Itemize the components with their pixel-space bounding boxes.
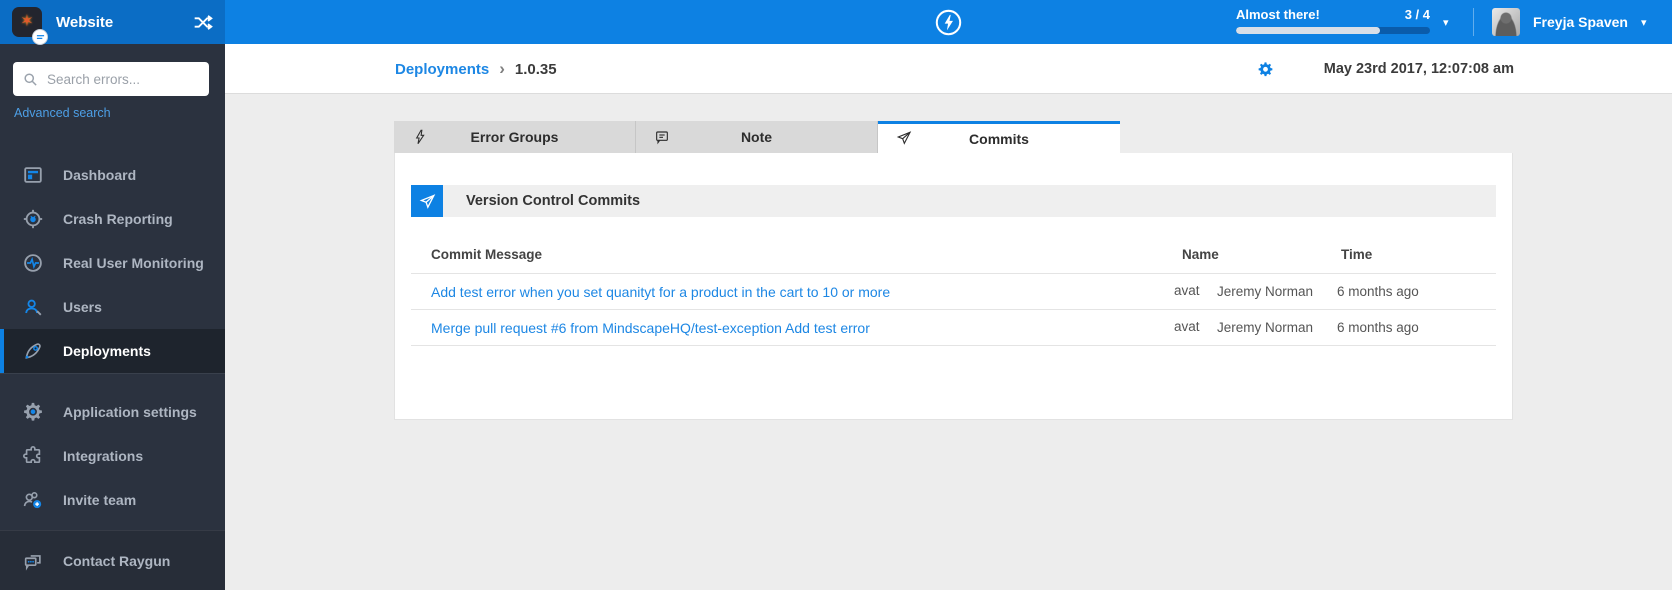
broken-avatar-alt-text: avatar <box>1174 318 1200 334</box>
tab-note[interactable]: Note <box>636 121 878 153</box>
gear-icon <box>22 401 44 423</box>
real-user-monitoring-icon <box>22 252 44 274</box>
rocket-icon <box>22 340 44 362</box>
tab-error-groups[interactable]: Error Groups <box>394 121 636 153</box>
time-settings-gear-icon[interactable] <box>1257 61 1274 78</box>
sidebar-item-dashboard[interactable]: Dashboard <box>0 153 225 197</box>
commit-time: 6 months ago <box>1337 320 1419 335</box>
app-name: Website <box>56 13 114 31</box>
user-avatar <box>1492 8 1520 36</box>
onboarding-progress[interactable]: Almost there! 3 / 4 <box>1236 7 1430 34</box>
app-switcher: ✶ Website <box>0 0 225 45</box>
table-row: Merge pull request #6 from MindscapeHQ/t… <box>411 310 1496 346</box>
broken-avatar-alt-text: avatar <box>1174 282 1200 298</box>
lightning-circle-icon[interactable] <box>935 9 962 36</box>
switch-app-icon[interactable] <box>193 14 213 31</box>
app-logo: ✶ <box>12 7 48 45</box>
users-icon <box>22 296 44 318</box>
crash-reporting-icon <box>22 208 44 230</box>
sidebar-item-label: Dashboard <box>63 167 137 183</box>
sidebar-bottom-section: Contact Raygun <box>0 530 225 590</box>
onboarding-chevron-down-icon[interactable]: ▾ <box>1443 16 1449 29</box>
column-header-time: Time <box>1341 246 1373 262</box>
section-title: Version Control Commits <box>466 193 641 209</box>
commits-panel: Version Control Commits Commit Message N… <box>394 153 1513 420</box>
invite-team-icon <box>22 489 44 511</box>
table-row: Add test error when you set quanityt for… <box>411 274 1496 310</box>
table-header-row: Commit Message Name Time <box>411 217 1496 274</box>
commit-author: Jeremy Norman <box>1217 284 1314 299</box>
tab-label: Error Groups <box>470 129 559 145</box>
deployment-datetime: May 23rd 2017, 12:07:08 am <box>1323 61 1514 77</box>
search-input[interactable] <box>47 71 199 87</box>
top-bar: ✶ Website Almost there! 3 / 4 ▾ Freyja S… <box>0 0 1672 45</box>
column-header-commit-message: Commit Message <box>431 246 543 262</box>
progress-bar-fill <box>1236 27 1380 34</box>
puzzle-icon <box>22 445 44 467</box>
user-name: Freyja Spaven <box>1533 14 1628 30</box>
search-icon <box>23 72 38 87</box>
sidebar-item-label: Application settings <box>63 404 197 420</box>
onboarding-label: Almost there! <box>1236 7 1320 22</box>
advanced-search-link[interactable]: Advanced search <box>14 106 111 120</box>
commit-message-link[interactable]: Merge pull request #6 from MindscapeHQ/t… <box>431 320 870 336</box>
breadcrumb-deployments-link[interactable]: Deployments <box>395 61 489 78</box>
column-header-name: Name <box>1182 246 1219 262</box>
paper-plane-icon <box>411 185 443 217</box>
sidebar-item-invite-team[interactable]: Invite team <box>0 478 225 522</box>
page-header: Deployments › 1.0.35 May 23rd 2017, 12:0… <box>225 44 1672 94</box>
commit-time: 6 months ago <box>1337 284 1419 299</box>
sidebar-item-crash-reporting[interactable]: Crash Reporting <box>0 197 225 241</box>
note-icon <box>654 129 670 145</box>
user-menu[interactable]: Freyja Spaven ▾ <box>1492 0 1646 44</box>
sidebar-item-application-settings[interactable]: Application settings <box>0 390 225 434</box>
breadcrumb: Deployments › 1.0.35 <box>395 44 557 94</box>
sidebar-item-contact-raygun[interactable]: Contact Raygun <box>0 539 225 583</box>
sidebar-item-label: Deployments <box>63 343 151 359</box>
tab-bar: Error Groups Note Commits <box>394 121 1120 153</box>
sidebar-item-label: Crash Reporting <box>63 211 173 227</box>
commit-message-link[interactable]: Add test error when you set quanityt for… <box>431 284 890 300</box>
error-search <box>13 62 209 96</box>
sidebar-item-label: Integrations <box>63 448 144 464</box>
sidebar: Advanced search Dashboard Crash Reportin… <box>0 44 225 590</box>
chat-bubbles-icon <box>22 550 44 572</box>
lightning-icon <box>412 129 428 145</box>
section-header: Version Control Commits <box>411 185 1496 217</box>
topbar-divider <box>1473 8 1474 36</box>
sidebar-item-label: Invite team <box>63 492 137 508</box>
app-logo-badge-icon <box>32 29 48 45</box>
tab-label: Commits <box>969 130 1029 147</box>
sidebar-item-integrations[interactable]: Integrations <box>0 434 225 478</box>
sidebar-item-deployments[interactable]: Deployments <box>0 329 225 373</box>
sidebar-item-real-user-monitoring[interactable]: Real User Monitoring <box>0 241 225 285</box>
tab-commits[interactable]: Commits <box>878 121 1120 153</box>
breadcrumb-chevron-icon: › <box>499 59 505 78</box>
dashboard-icon <box>22 164 44 186</box>
progress-bar <box>1236 27 1430 34</box>
sidebar-item-label: Contact Raygun <box>63 553 171 569</box>
sidebar-menu: Dashboard Crash Reporting Real User Moni… <box>0 153 225 522</box>
sidebar-item-users[interactable]: Users <box>0 285 225 329</box>
sidebar-item-label: Real User Monitoring <box>63 255 204 271</box>
paper-plane-icon <box>896 130 912 146</box>
sidebar-item-label: Users <box>63 299 102 315</box>
commit-author: Jeremy Norman <box>1217 320 1314 335</box>
tab-label: Note <box>740 129 773 145</box>
onboarding-count: 3 / 4 <box>1404 7 1430 22</box>
user-chevron-down-icon: ▾ <box>1640 16 1647 29</box>
sidebar-divider <box>0 373 225 374</box>
commits-table: Commit Message Name Time Add test error … <box>411 217 1496 346</box>
breadcrumb-current-version: 1.0.35 <box>514 60 557 78</box>
